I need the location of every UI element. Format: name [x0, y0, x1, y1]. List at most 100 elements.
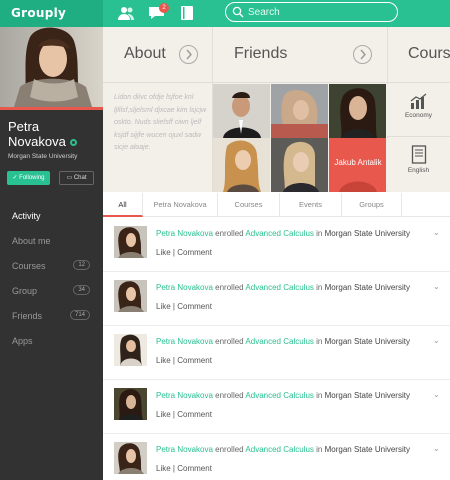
- feed-actions: Like | Comment: [156, 356, 212, 365]
- friend-name-overlay: Jakub Antalik: [334, 158, 382, 167]
- action-separator: |: [172, 464, 175, 473]
- about-header[interactable]: About: [103, 27, 212, 83]
- chevron-down-icon[interactable]: ⌄: [433, 336, 440, 345]
- sidebar-item-friends[interactable]: Friends 714: [0, 303, 103, 328]
- friend-photo[interactable]: [271, 84, 328, 138]
- chat-button[interactable]: ▭ Chat: [59, 171, 94, 185]
- friend-photo-highlighted[interactable]: Jakub Antalik: [329, 138, 386, 192]
- comment-link[interactable]: Comment: [177, 248, 212, 257]
- sidebar-item-group[interactable]: Group 34: [0, 278, 103, 303]
- action-separator: |: [172, 302, 175, 311]
- chevron-down-icon[interactable]: ⌄: [433, 282, 440, 291]
- chevron-down-icon[interactable]: ⌄: [433, 444, 440, 453]
- feed-item: Petra Novakova enrolled Advanced Calculu…: [103, 272, 450, 326]
- feed-object-link[interactable]: Advanced Calculus: [245, 445, 313, 454]
- comment-link[interactable]: Comment: [177, 464, 212, 473]
- tab-all[interactable]: All: [103, 193, 143, 217]
- comment-link[interactable]: Comment: [177, 356, 212, 365]
- feed-object-link[interactable]: Advanced Calculus: [245, 229, 313, 238]
- feed-object-link[interactable]: Advanced Calculus: [245, 391, 313, 400]
- like-link[interactable]: Like: [156, 464, 171, 473]
- courses-count-badge: 12: [73, 260, 90, 270]
- feed-object-link[interactable]: Advanced Calculus: [245, 283, 313, 292]
- feed-place-link[interactable]: Morgan State University: [325, 229, 410, 238]
- feed-object-link[interactable]: Advanced Calculus: [245, 337, 313, 346]
- sidebar-item-label: Activity: [12, 211, 41, 221]
- like-link[interactable]: Like: [156, 356, 171, 365]
- like-link[interactable]: Like: [156, 302, 171, 311]
- sidebar-item-label: Apps: [12, 336, 33, 346]
- chat-label: Chat: [73, 175, 87, 181]
- feed-text: Petra Novakova enrolled Advanced Calculu…: [156, 283, 410, 292]
- sidebar-item-label: About me: [12, 236, 51, 246]
- feed-avatar[interactable]: [114, 280, 147, 312]
- online-status-icon: [69, 139, 77, 147]
- course-tile-english[interactable]: English: [387, 138, 450, 191]
- tab-petra-novakova[interactable]: Petra Novakova: [143, 193, 218, 217]
- feed-actor-link[interactable]: Petra Novakova: [156, 391, 213, 400]
- friends-icon[interactable]: [117, 5, 135, 21]
- about-arrow-icon[interactable]: [179, 45, 198, 64]
- feed-item: Petra Novakova enrolled Advanced Calculu…: [103, 218, 450, 272]
- feed-avatar[interactable]: [114, 388, 147, 420]
- book-icon: [411, 145, 426, 164]
- friend-photo[interactable]: [271, 138, 328, 192]
- feed-preposition: in: [316, 283, 323, 292]
- tab-groups[interactable]: Groups: [342, 193, 402, 217]
- comment-link[interactable]: Comment: [177, 302, 212, 311]
- feed-avatar[interactable]: [114, 226, 147, 258]
- friend-photo[interactable]: [329, 84, 386, 138]
- profile-last-name: Novakova: [8, 134, 66, 149]
- search-input[interactable]: [248, 5, 388, 19]
- course-tile-economy[interactable]: Economy: [387, 84, 450, 137]
- following-button[interactable]: ✓ Following: [7, 171, 50, 185]
- feed-actions: Like | Comment: [156, 464, 212, 473]
- like-link[interactable]: Like: [156, 410, 171, 419]
- feed-avatar[interactable]: [114, 442, 147, 474]
- friends-arrow-icon[interactable]: [353, 45, 372, 64]
- notebook-icon[interactable]: [180, 5, 194, 21]
- app-logo[interactable]: Grouply: [0, 0, 103, 27]
- profile-first-name: Petra: [8, 119, 40, 134]
- chevron-down-icon[interactable]: ⌄: [433, 228, 440, 237]
- friend-photo[interactable]: [213, 138, 270, 192]
- feed-place-link[interactable]: Morgan State University: [325, 337, 410, 346]
- tab-courses[interactable]: Courses: [218, 193, 280, 217]
- feed-text: Petra Novakova enrolled Advanced Calculu…: [156, 337, 410, 346]
- feed-actor-link[interactable]: Petra Novakova: [156, 283, 213, 292]
- feed-avatar[interactable]: [114, 334, 147, 366]
- sidebar-item-activity[interactable]: Activity: [0, 203, 103, 228]
- feed-place-link[interactable]: Morgan State University: [325, 283, 410, 292]
- feed-verb: enrolled: [215, 283, 244, 292]
- feed-verb: enrolled: [215, 229, 244, 238]
- sidebar-item-courses[interactable]: Courses 12: [0, 253, 103, 278]
- feed-item: Petra Novakova enrolled Advanced Calculu…: [103, 380, 450, 434]
- search-bar[interactable]: [225, 2, 398, 22]
- sidebar-item-label: Friends: [12, 311, 43, 321]
- comment-link[interactable]: Comment: [177, 410, 212, 419]
- sidebar-item-apps[interactable]: Apps: [0, 328, 103, 353]
- friend-photo[interactable]: [213, 84, 270, 138]
- feed-actor-link[interactable]: Petra Novakova: [156, 229, 213, 238]
- friends-header[interactable]: Friends: [213, 27, 387, 83]
- friends-title: Friends: [234, 45, 288, 62]
- course-label: Economy: [404, 112, 433, 119]
- tab-events[interactable]: Events: [280, 193, 342, 217]
- feed-verb: enrolled: [215, 391, 244, 400]
- feed-place-link[interactable]: Morgan State University: [325, 445, 410, 454]
- chat-icon: ▭: [66, 175, 73, 181]
- feed-actor-link[interactable]: Petra Novakova: [156, 445, 213, 454]
- chevron-down-icon[interactable]: ⌄: [433, 390, 440, 399]
- feed-actor-link[interactable]: Petra Novakova: [156, 337, 213, 346]
- course-label: English: [407, 167, 430, 174]
- sidebar-item-about-me[interactable]: About me: [0, 228, 103, 253]
- feed-actions: Like | Comment: [156, 410, 212, 419]
- courses-header[interactable]: Courses: [388, 27, 450, 83]
- profile-photo[interactable]: [0, 27, 103, 107]
- feed-text: Petra Novakova enrolled Advanced Calculu…: [156, 391, 410, 400]
- like-link[interactable]: Like: [156, 248, 171, 257]
- profile-name: Petra Novakova: [8, 119, 98, 149]
- feed-actions: Like | Comment: [156, 248, 212, 257]
- feed-place-link[interactable]: Morgan State University: [325, 391, 410, 400]
- following-label: Following: [19, 175, 45, 181]
